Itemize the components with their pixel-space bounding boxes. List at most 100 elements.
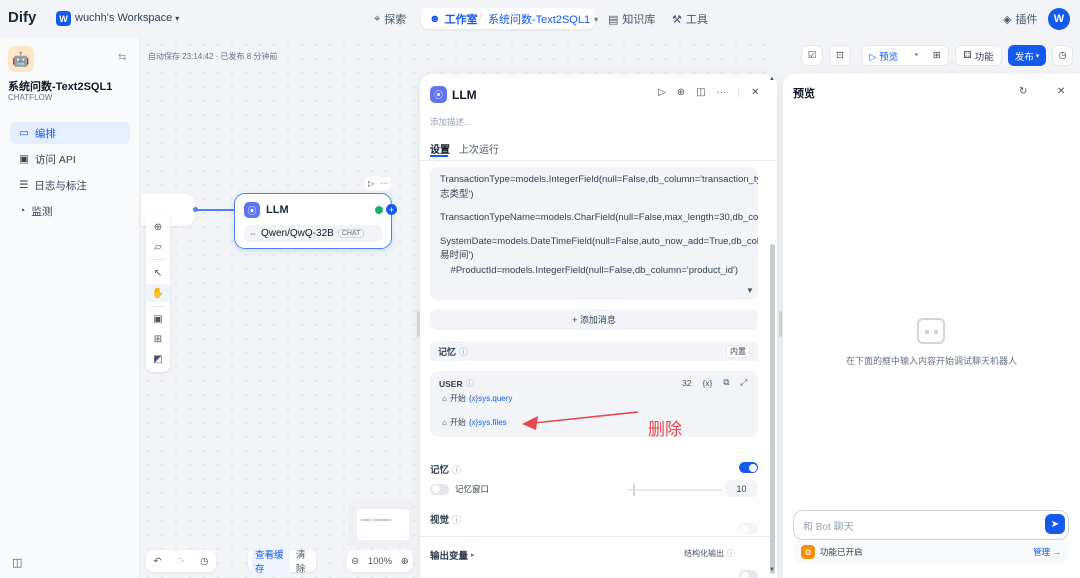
export-image-icon[interactable]: ▣ [146,310,170,328]
checklist-icon[interactable]: ☑ [801,45,823,66]
close-icon[interactable]: ✕ [1057,86,1065,97]
preview-button[interactable]: ▷ 预览 [869,49,898,63]
clear-button[interactable]: 清除 [296,547,312,575]
nav-plugins[interactable]: ◈ 插件 [1003,11,1037,27]
nav-explore[interactable]: ⌖ 探索 [374,11,406,27]
pointer-icon[interactable]: ↖ [146,264,170,282]
llm-node-icon: ⦿ [244,202,260,218]
more-icon[interactable]: ··· [380,179,388,188]
close-icon[interactable]: ✕ [751,87,759,98]
zoom-out-icon[interactable]: ⊖ [351,556,359,567]
copy-icon[interactable]: ⧉ [723,377,729,388]
info-icon: ⓘ [459,346,469,357]
organize-icon[interactable]: ⊞ [146,330,170,348]
chevron-down-icon: ▾ [1035,52,1040,60]
panel-resize-handle[interactable] [417,311,420,337]
system-prompt-editor[interactable]: TransactionType=models.IntegerField(null… [430,167,758,300]
hand-icon[interactable]: ✋ [146,284,170,302]
insert-variable-icon[interactable]: {x} [702,378,712,388]
more-icon[interactable]: ··· [717,87,727,98]
add-node-icon[interactable]: + [386,204,397,215]
memory-toggle[interactable] [739,462,758,473]
send-button[interactable]: ➤ [1045,514,1065,534]
workspace-badge[interactable]: W [56,11,71,26]
redo-icon[interactable]: ↷ [177,556,185,567]
memory-window-input[interactable]: 10 [725,480,758,497]
version-history-icon[interactable]: ◷ [1052,45,1073,66]
memory-window-toggle[interactable] [430,483,449,495]
dify-logo[interactable]: Dify [8,9,36,26]
publish-button[interactable]: 发布 ▾ [1008,45,1046,66]
zoom-level[interactable]: 100% [368,556,392,567]
structured-output-row: 结构化输出 ⓘ [684,548,735,559]
scroll-down-icon[interactable]: ▼ [746,286,754,295]
sidebar-item-monitor[interactable]: ◔ 监测 [10,200,130,222]
zoom-in-icon[interactable]: ⊕ [401,556,409,567]
output-vars-row[interactable]: 输出变量 ▸ [430,548,475,562]
cube-icon: ◈ [1003,13,1012,26]
switch-icon[interactable]: ⇆ [118,52,126,63]
variable-tag-query[interactable]: ⌂ 开始 {x}sys.query [442,393,512,404]
memory-window-slider[interactable] [627,489,723,491]
prompt-line: SystemDate=models.DateTimeField(null=Fal… [440,235,758,262]
collapse-sidebar-icon[interactable]: ◫ [12,556,22,569]
add-message-button[interactable]: + 添加消息 [430,309,758,330]
sidebar-item-label: 编排 [34,127,56,140]
env-icon[interactable]: ⊡ [829,45,851,66]
model-selector[interactable]: ⇔ Qwen/QwQ-32B CHAT [244,225,382,242]
play-icon[interactable]: ▷ [368,179,374,188]
sidebar-item-orchestrate[interactable]: ▭ 编排 [10,122,130,144]
divider: | [737,87,741,98]
tab-settings[interactable]: 设置 [430,141,450,156]
scroll-up-icon[interactable]: ▲ [769,76,775,82]
edge-line [195,209,234,211]
panel-scrollbar[interactable] [770,244,775,574]
add-block-icon[interactable]: ⊕ [146,218,170,236]
features-button[interactable]: ⚃ 功能 [955,45,1002,66]
play-icon: ▷ [869,51,877,63]
sidebar-item-api[interactable]: ▣ 访问 API [10,148,130,170]
history-controls: ↶ ↷ ◷ [146,550,216,572]
panel-title[interactable]: LLM [452,88,477,102]
nav-tools-label: 工具 [685,14,708,26]
workspace-switcher[interactable]: wuchh's Workspace ▾ [75,12,179,24]
minimap[interactable] [348,500,413,548]
expand-icon[interactable]: ⤢ [740,377,747,388]
chat-input[interactable]: 和 Bot 聊天 [793,510,1069,540]
edge-handle[interactable] [193,207,198,212]
nav-studio[interactable]: ☻ 工作室 [429,11,478,27]
sidebar-item-label: 访问 API [34,153,76,166]
divider [151,259,165,260]
variables-icon[interactable]: ⊞ [933,50,941,61]
note-icon[interactable]: ▱ [146,238,170,256]
vision-toggle[interactable] [739,523,758,534]
file-list-icon: ☰ [19,179,29,191]
split-view-icon[interactable]: ◫ [696,87,705,98]
view-cache-button[interactable]: 查看缓存 [252,545,290,577]
llm-node[interactable]: ⦿ LLM + ⇔ Qwen/QwQ-32B CHAT [234,193,397,249]
description-input[interactable]: 添加描述... [430,116,471,128]
run-history-icon[interactable]: ◔ [913,50,919,61]
refresh-icon[interactable]: ↻ [1019,86,1027,97]
sidebar-item-logs[interactable]: ☰ 日志与标注 [10,174,130,196]
help-icon[interactable]: ⊕ [677,87,685,98]
history-icon[interactable]: ◷ [200,556,208,567]
scroll-down-icon[interactable]: ▼ [769,567,775,573]
tab-last-run[interactable]: 上次运行 [459,141,499,156]
home-icon: ⌂ [442,418,447,427]
preview-resize-handle[interactable] [779,311,782,337]
user-avatar[interactable]: W [1048,8,1070,30]
variable-tag-files[interactable]: ⌂ 开始 {x}sys.files [442,417,507,428]
nav-tools[interactable]: ⚒ 工具 [672,11,708,27]
manage-link[interactable]: 管理 → [1033,546,1061,558]
minimap-icon[interactable]: ◩ [146,350,170,368]
layout-icon: ▭ [19,127,29,139]
undo-icon[interactable]: ↶ [154,556,162,567]
home-icon: ⌂ [442,394,447,403]
features-enabled-label: 功能已开启 [820,547,863,557]
nav-app-crumb[interactable]: 系统问数-Text2SQL1 ▾ [488,11,598,27]
nav-knowledge[interactable]: ▤ 知识库 [608,11,655,27]
slider-handle[interactable] [633,484,635,496]
structured-output-toggle[interactable] [739,570,758,578]
play-icon[interactable]: ▷ [658,87,666,98]
